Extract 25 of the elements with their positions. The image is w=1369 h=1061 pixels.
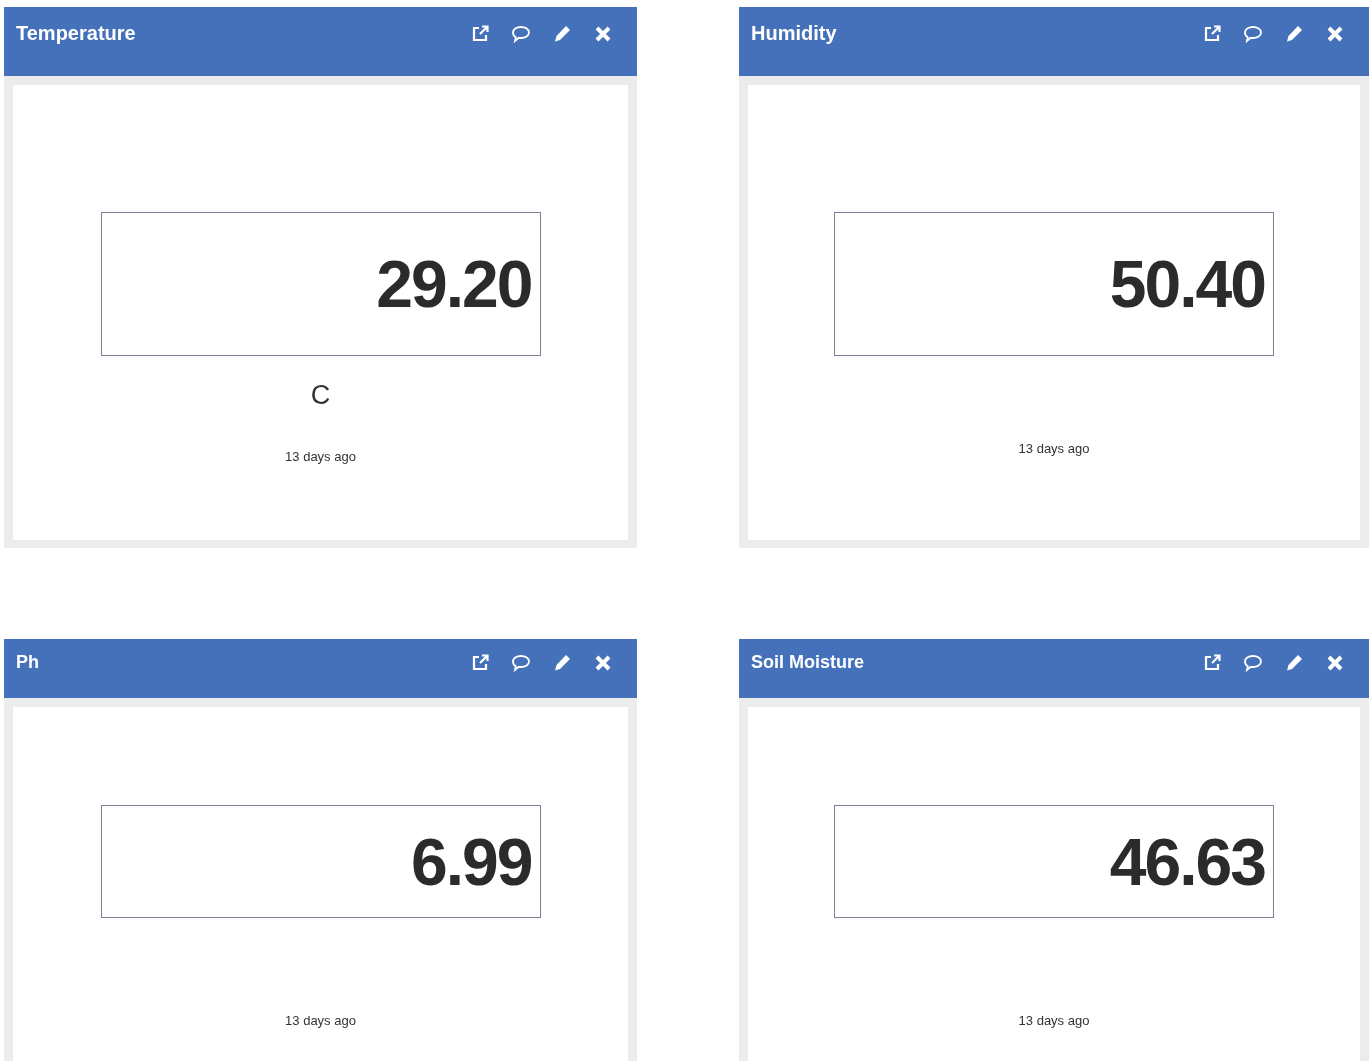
pencil-icon[interactable]: [1284, 23, 1304, 44]
timestamp: 13 days ago: [285, 449, 356, 464]
value-text: 6.99: [411, 823, 532, 900]
timestamp: 13 days ago: [1018, 441, 1090, 456]
value-text: 50.40: [1109, 246, 1265, 322]
widget-title: Temperature: [16, 22, 137, 45]
comment-icon[interactable]: [511, 652, 531, 673]
pencil-icon[interactable]: [552, 23, 572, 44]
timestamp: 13 days ago: [285, 1013, 356, 1028]
timestamp: 13 days ago: [1018, 1013, 1090, 1028]
unit-label: C: [310, 380, 331, 412]
external-link-icon[interactable]: [1202, 652, 1222, 673]
comment-icon[interactable]: [1243, 652, 1263, 673]
external-link-icon[interactable]: [1202, 23, 1222, 44]
external-link-icon[interactable]: [470, 23, 490, 44]
value-text: 29.20: [376, 246, 532, 322]
comment-icon[interactable]: [511, 23, 531, 44]
pencil-icon[interactable]: [1284, 652, 1304, 673]
pencil-icon[interactable]: [552, 652, 572, 673]
comment-icon[interactable]: [1243, 23, 1263, 44]
widget-title: Humidity: [751, 22, 838, 45]
external-link-icon[interactable]: [470, 652, 490, 673]
widget-title: Soil Moisture: [751, 652, 865, 673]
widget-title: Ph: [16, 652, 40, 673]
value-text: 46.63: [1109, 823, 1265, 900]
